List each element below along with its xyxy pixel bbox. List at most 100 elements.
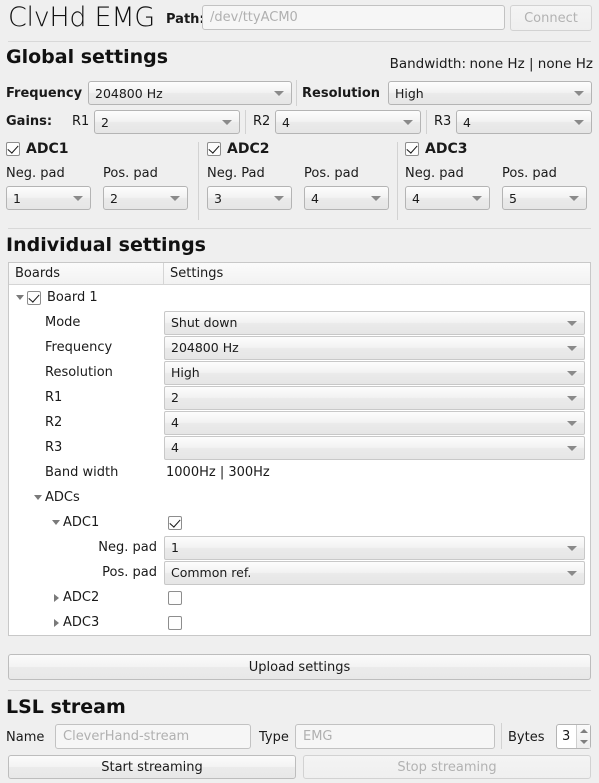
tree-twisty-placeholder — [31, 360, 45, 385]
tree-row-label: R1 — [45, 390, 63, 405]
adc3-pos-pad-combobox[interactable]: 5 — [502, 186, 587, 210]
r3-combobox[interactable]: 4 — [456, 110, 592, 134]
adc2-header[interactable]: ADC2 — [207, 140, 395, 158]
adc2-pos-pad-combobox[interactable]: 4 — [304, 186, 389, 210]
tree-row-combobox[interactable]: 2 — [164, 385, 585, 410]
frequency-combobox[interactable]: 204800 Hz — [88, 81, 292, 105]
adc1-pos-pad-group: Pos. pad 2 — [103, 166, 188, 210]
adc-separator-1 — [198, 142, 199, 220]
tree-row[interactable]: Board 1 — [9, 285, 590, 310]
tree-row[interactable]: R2 4 — [9, 410, 590, 435]
resolution-value: High — [395, 85, 424, 101]
tree-row-enable-checkbox[interactable] — [168, 590, 182, 605]
tree-expand-icon[interactable] — [49, 610, 63, 635]
chevron-down-icon — [567, 420, 577, 426]
adc1-neg-pad-combobox[interactable]: 1 — [6, 186, 91, 210]
tree-row[interactable]: Band width 1000Hz | 300Hz — [9, 460, 590, 485]
tree-row[interactable]: Resolution High — [9, 360, 590, 385]
tree-row[interactable]: ADCs — [9, 485, 590, 510]
tree-row-checkbox[interactable] — [27, 290, 41, 305]
tree-row[interactable]: R1 2 — [9, 385, 590, 410]
frequency-label: Frequency — [6, 86, 83, 101]
tree-row-combobox[interactable]: High — [164, 360, 585, 385]
lsl-type-input[interactable]: EMG — [295, 724, 495, 749]
adc1-pos-pad-combobox[interactable]: 2 — [103, 186, 188, 210]
adc3-neg-pad-label: Neg. pad — [405, 166, 464, 181]
tree-row-combobox[interactable]: Common ref. — [164, 560, 585, 585]
path-input[interactable]: /dev/ttyACM0 — [202, 5, 505, 30]
adc3-checkbox[interactable] — [405, 142, 419, 156]
lsl-name-input[interactable]: CleverHand-stream — [55, 724, 251, 749]
tree-twisty-placeholder — [31, 435, 45, 460]
tree-expand-icon[interactable] — [49, 585, 63, 610]
bytes-spin-buttons[interactable] — [576, 725, 590, 748]
adc3-header[interactable]: ADC3 — [405, 140, 593, 158]
connect-button[interactable]: Connect — [510, 5, 592, 31]
adc3-label: ADC3 — [425, 141, 468, 157]
tree-row-combobox[interactable]: 4 — [164, 435, 585, 460]
tree-row-combobox[interactable]: Shut down — [164, 310, 585, 335]
tree-row-enable-checkbox[interactable] — [168, 615, 182, 630]
tree-row-label: Board 1 — [47, 290, 98, 305]
tree-row[interactable]: ADC3 — [9, 610, 590, 635]
bandwidth-value: none Hz | none Hz — [469, 56, 593, 72]
tree-row-boards-cell: Pos. pad — [9, 560, 164, 585]
tree-collapse-icon[interactable] — [49, 510, 63, 535]
tree-row[interactable]: ADC2 — [9, 585, 590, 610]
boards-tree[interactable]: Boards Settings Board 1 Mode Shut down Freq… — [8, 262, 591, 636]
tree-row[interactable]: Board 2 — [9, 635, 590, 636]
tree-expand-icon[interactable] — [13, 635, 27, 636]
global-row-separator-1 — [296, 80, 297, 106]
adc2-checkbox[interactable] — [207, 142, 221, 156]
chevron-down-icon — [371, 196, 381, 201]
tree-twisty-placeholder — [31, 335, 45, 360]
tree-row[interactable]: ADC1 — [9, 510, 590, 535]
chevron-down-icon — [73, 196, 83, 201]
tree-row[interactable]: Mode Shut down — [9, 310, 590, 335]
tree-collapse-icon[interactable] — [13, 285, 27, 310]
adc2-neg-pad-group: Neg. Pad 3 — [207, 166, 292, 210]
tree-row-boards-cell: R1 — [9, 385, 164, 410]
tree-collapse-icon[interactable] — [31, 485, 45, 510]
tree-row-enable-checkbox[interactable] — [168, 515, 182, 530]
r2-combobox[interactable]: 4 — [275, 110, 421, 134]
adc1-header[interactable]: ADC1 — [6, 140, 194, 158]
tree-row-label: ADCs — [45, 490, 80, 505]
adc1-checkbox[interactable] — [6, 142, 20, 156]
tree-row-settings-cell — [164, 285, 590, 310]
start-streaming-button[interactable]: Start streaming — [8, 755, 296, 779]
tree-row[interactable]: Frequency 204800 Hz — [9, 335, 590, 360]
lsl-name-label: Name — [6, 730, 45, 745]
upload-settings-button[interactable]: Upload settings — [8, 654, 591, 680]
tree-row-boards-cell: Board 1 — [9, 285, 164, 310]
adc2-neg-pad-combobox[interactable]: 3 — [207, 186, 292, 210]
tree-row[interactable]: Neg. pad 1 — [9, 535, 590, 560]
tree-row-label: Pos. pad — [102, 565, 157, 580]
r1-combobox[interactable]: 2 — [94, 110, 240, 134]
r1-value: 2 — [101, 114, 109, 130]
bytes-spinbox[interactable]: 3 — [556, 724, 591, 749]
chevron-down-icon — [170, 196, 180, 201]
tree-row[interactable]: R3 4 — [9, 435, 590, 460]
resolution-combobox[interactable]: High — [388, 81, 592, 105]
r2-label: R2 — [253, 114, 271, 129]
adc-group-1: ADC1 Neg. pad 1 Pos. pad 2 — [6, 140, 194, 220]
tree-row-combobox[interactable]: 204800 Hz — [164, 335, 585, 360]
tree-twisty-placeholder — [31, 385, 45, 410]
tree-row[interactable]: Pos. pad Common ref. — [9, 560, 590, 585]
spin-down-icon[interactable] — [577, 737, 590, 749]
tree-row-boards-cell: R2 — [9, 410, 164, 435]
bandwidth-label: Bandwidth: — [389, 56, 466, 72]
adc3-neg-pad-combobox[interactable]: 4 — [405, 186, 490, 210]
chevron-down-icon — [567, 395, 577, 401]
tree-row-combobox[interactable]: 1 — [164, 535, 585, 560]
tree-row-combobox-value: 1 — [171, 540, 179, 555]
stop-streaming-button[interactable]: Stop streaming — [303, 755, 591, 779]
tree-row-combobox-value: 4 — [171, 440, 179, 455]
spin-up-icon[interactable] — [577, 725, 590, 737]
adc2-neg-pad-label: Neg. Pad — [207, 166, 265, 181]
clvhd-emg-window: ClvHd EMG Path: /dev/ttyACM0 Connect Glo… — [0, 0, 599, 783]
tree-row-combobox-value: 2 — [171, 390, 179, 405]
adc3-pos-pad-group: Pos. pad 5 — [502, 166, 587, 210]
tree-row-combobox[interactable]: 4 — [164, 410, 585, 435]
